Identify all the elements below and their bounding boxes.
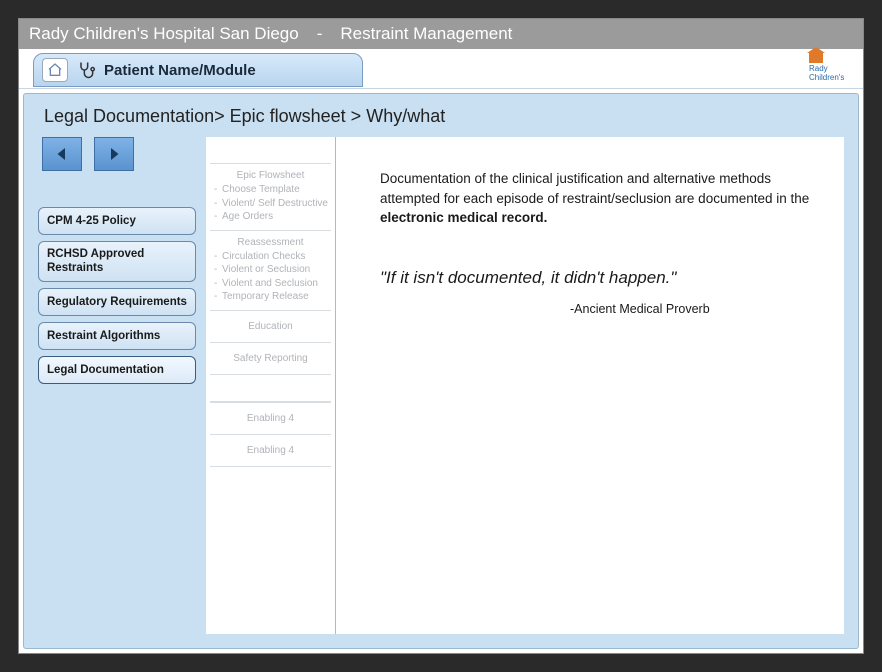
center-panel: Epic Flowsheet Choose Template Violent/ … xyxy=(206,137,844,634)
stethoscope-icon xyxy=(76,60,96,80)
outline-sub: Violent and Seclusion xyxy=(212,277,329,291)
outline-block-epic: Epic Flowsheet Choose Template Violent/ … xyxy=(210,163,331,231)
description: Documentation of the clinical justificat… xyxy=(380,169,810,228)
outline-block-reassessment: Reassessment Circulation Checks Violent … xyxy=(210,230,331,311)
module-tab-label: Patient Name/Module xyxy=(104,62,256,79)
org-name: Rady Children's Hospital San Diego xyxy=(29,24,299,44)
tab-row: Patient Name/Module Rady Children's xyxy=(19,49,863,89)
app-name: Restraint Management xyxy=(340,24,512,44)
desc-bold: electronic medical record. xyxy=(380,210,547,225)
logo-line-1: Rady xyxy=(809,64,828,73)
sidebar-item-label: Restraint Algorithms xyxy=(47,329,160,343)
content-area: Legal Documentation> Epic flowsheet > Wh… xyxy=(23,93,859,649)
triangle-left-icon xyxy=(53,145,71,163)
main-text: Documentation of the clinical justificat… xyxy=(336,137,844,634)
outline-column: Epic Flowsheet Choose Template Violent/ … xyxy=(206,137,336,634)
triangle-right-icon xyxy=(105,145,123,163)
sidebar-item-algorithms[interactable]: Restraint Algorithms xyxy=(38,322,196,350)
quote-attribution: -Ancient Medical Proverb xyxy=(570,302,810,316)
quote: "If it isn't documented, it didn't happe… xyxy=(380,268,810,288)
outline-head: Reassessment xyxy=(212,237,329,248)
sidebar-item-regulatory[interactable]: Regulatory Requirements xyxy=(38,288,196,316)
outline-item-enabling-a: Enabling 4 xyxy=(210,402,331,435)
home-icon xyxy=(47,62,63,78)
sidebar-item-approved-restraints[interactable]: RCHSD Approved Restraints xyxy=(38,241,196,282)
body-row: CPM 4-25 Policy RCHSD Approved Restraint… xyxy=(38,137,844,634)
outline-sub: Temporary Release xyxy=(212,290,329,304)
outline-item-enabling-b: Enabling 4 xyxy=(210,434,331,467)
next-button[interactable] xyxy=(94,137,134,171)
outline-item-education: Education xyxy=(210,310,331,343)
nav-arrows xyxy=(42,137,196,171)
outline-sub: Choose Template xyxy=(212,183,329,197)
outline-head: Epic Flowsheet xyxy=(212,170,329,181)
sidebar-item-label: Legal Documentation xyxy=(47,363,164,377)
sidebar-item-legal-documentation[interactable]: Legal Documentation xyxy=(38,356,196,384)
sidebar-item-cpm-policy[interactable]: CPM 4-25 Policy xyxy=(38,207,196,235)
brand-logo: Rady Children's xyxy=(809,53,849,83)
desc-text: Documentation of the clinical justificat… xyxy=(380,171,809,206)
sidebar-item-label: Regulatory Requirements xyxy=(47,295,187,309)
module-tab[interactable]: Patient Name/Module xyxy=(33,53,363,87)
outline-sub: Violent or Seclusion xyxy=(212,263,329,277)
logo-house-icon xyxy=(809,53,823,63)
sidebar-item-label: RCHSD Approved Restraints xyxy=(47,247,187,276)
outline-gap xyxy=(210,374,331,402)
sidebar-item-label: CPM 4-25 Policy xyxy=(47,214,136,228)
app-window: Rady Children's Hospital San Diego - Res… xyxy=(18,18,864,654)
prev-button[interactable] xyxy=(42,137,82,171)
titlebar: Rady Children's Hospital San Diego - Res… xyxy=(19,19,863,49)
breadcrumb: Legal Documentation> Epic flowsheet > Wh… xyxy=(44,106,844,127)
outline-item-safety: Safety Reporting xyxy=(210,342,331,375)
titlebar-separator: - xyxy=(317,24,323,44)
home-button[interactable] xyxy=(42,58,68,82)
left-column: CPM 4-25 Policy RCHSD Approved Restraint… xyxy=(38,137,196,634)
logo-line-2: Children's xyxy=(809,73,844,82)
outline-sub: Circulation Checks xyxy=(212,250,329,264)
outline-sub: Age Orders xyxy=(212,210,329,224)
outline-sub: Violent/ Self Destructive xyxy=(212,197,329,211)
